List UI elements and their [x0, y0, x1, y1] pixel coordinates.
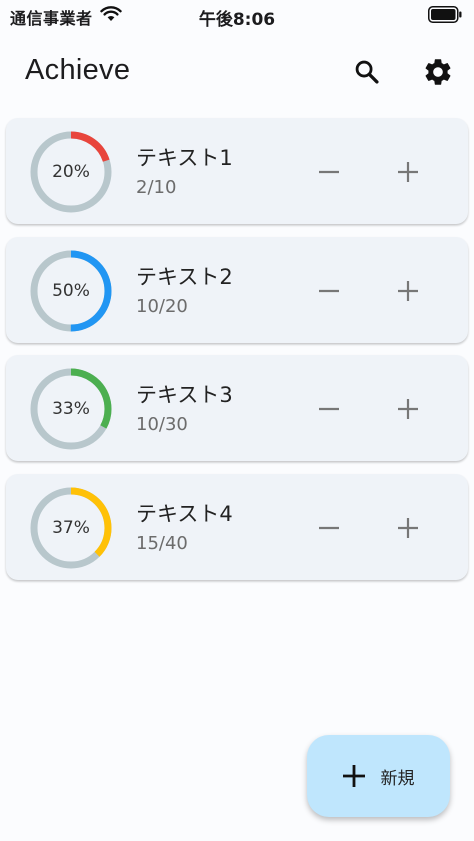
item-title: テキスト4: [136, 501, 233, 526]
increment-button[interactable]: [388, 271, 428, 311]
item-title: テキスト2: [136, 264, 233, 289]
status-bar: 通信事業者 午後8:06: [0, 0, 474, 32]
progress-percent-label: 33%: [52, 399, 90, 419]
minus-icon: [319, 170, 339, 174]
settings-button[interactable]: [418, 52, 458, 92]
minus-icon: [319, 289, 339, 292]
list-item[interactable]: 33% テキスト3 10/30: [6, 355, 468, 461]
progress-percent-label: 37%: [52, 517, 90, 538]
item-title: テキスト1: [136, 146, 233, 170]
plus-icon: [398, 399, 418, 419]
clock-label: 午後8:06: [198, 10, 276, 30]
item-count: 10/30: [136, 414, 188, 435]
item-count: 15/40: [136, 532, 188, 554]
item-count: 2/10: [136, 177, 177, 198]
progress-percent-label: 50%: [52, 280, 90, 301]
increment-button[interactable]: [388, 389, 428, 429]
decrement-button[interactable]: [309, 508, 349, 548]
decrement-button[interactable]: [309, 152, 349, 192]
app-bar: Achieve: [0, 40, 474, 104]
search-button[interactable]: [347, 52, 387, 92]
plus-icon: [342, 765, 365, 787]
item-list: 20% テキスト1 2/10 50% テキスト2 10/20 33% テキスト3…: [6, 118, 468, 592]
increment-button[interactable]: [388, 152, 428, 192]
app-title: Achieve: [25, 54, 131, 86]
new-item-button[interactable]: 新規: [307, 735, 450, 817]
minus-icon: [319, 526, 339, 529]
search-icon: [355, 60, 379, 84]
list-item[interactable]: 37% テキスト4 15/40: [6, 473, 468, 580]
plus-icon: [398, 162, 418, 182]
battery-icon: [428, 6, 462, 23]
decrement-button[interactable]: [309, 389, 349, 429]
gear-icon: [425, 59, 451, 85]
progress-percent-label: 20%: [52, 162, 90, 182]
increment-button[interactable]: [388, 508, 428, 548]
list-item[interactable]: 50% テキスト2 10/20: [6, 236, 468, 343]
plus-icon: [398, 280, 418, 301]
list-item[interactable]: 20% テキスト1 2/10: [6, 118, 468, 224]
item-count: 10/20: [136, 295, 188, 317]
plus-icon: [398, 517, 418, 538]
item-title: テキスト3: [136, 383, 233, 407]
minus-icon: [319, 407, 339, 411]
new-item-label: 新規: [380, 768, 415, 789]
decrement-button[interactable]: [309, 271, 349, 311]
